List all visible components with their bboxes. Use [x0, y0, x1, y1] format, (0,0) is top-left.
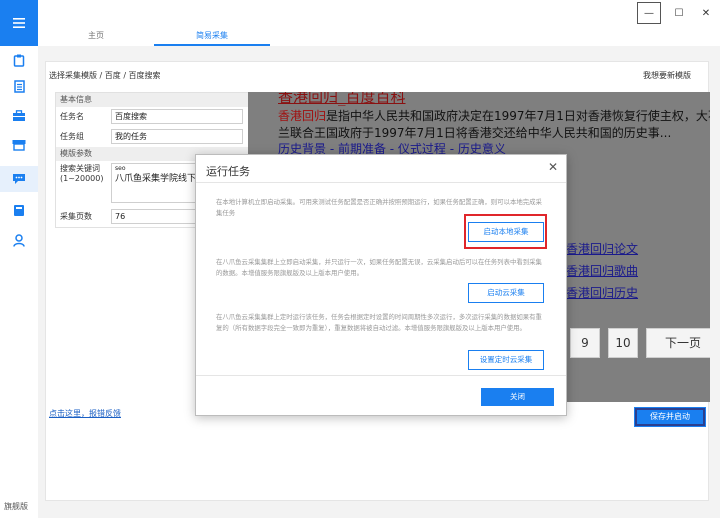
pages-label: 采集页数	[60, 212, 92, 221]
close-icon[interactable]: ✕	[548, 160, 558, 174]
cloud-collect-description: 在八爪鱼云采集集群上立即启动采集，并只运行一次，如果任务配置无误，云采集启动后可…	[216, 258, 542, 277]
basic-info-header: 基本信息	[56, 93, 248, 107]
tab-bar: 主页 简易采集	[38, 26, 718, 46]
divider	[196, 182, 566, 183]
start-cloud-collect-button[interactable]: 启动云采集	[468, 283, 544, 303]
feedback-link[interactable]: 点击这里，报错反馈	[49, 408, 121, 419]
maximize-button[interactable]: ☐	[667, 2, 691, 24]
task-name-label: 任务名	[60, 112, 84, 121]
chat-icon[interactable]	[0, 166, 38, 192]
dialog-title: 运行任务	[206, 165, 250, 178]
clipboard-icon[interactable]	[0, 47, 38, 73]
result-description: 香港回归是指中华人民共和国政府决定在1997年7月1日对香港恢复行使主权，大不列…	[278, 108, 710, 142]
menu-icon[interactable]	[0, 0, 38, 46]
user-icon[interactable]	[0, 227, 38, 253]
save-start-button[interactable]: 保存并启动	[634, 407, 706, 427]
document-icon[interactable]	[0, 73, 38, 99]
breadcrumb: 选择采集模版 / 百度 / 百度搜索	[49, 71, 161, 80]
tab-simple-collect[interactable]: 简易采集	[154, 26, 270, 46]
run-task-dialog: 运行任务 ✕ 在本地计算机立即启动采集。可用来测试任务配置是否正确并按照预期运行…	[195, 154, 567, 416]
next-page-button[interactable]: 下一页	[646, 328, 710, 358]
store-icon[interactable]	[0, 132, 38, 158]
minimize-button[interactable]: —	[637, 2, 661, 24]
dialog-close-button[interactable]: 关闭	[481, 388, 554, 406]
result-desc-line: 兰联合王国政府于1997年7月1日将香港交还给中华人民共和国的历史事...	[278, 126, 672, 140]
close-window-button[interactable]: ✕	[694, 2, 718, 24]
related-link[interactable]: 香港回归历史	[566, 284, 638, 301]
scheduled-collect-description: 在八爪鱼云采集集群上定时运行该任务，任务会根据定时设置的时间周期性多次运行，多次…	[216, 313, 542, 332]
related-link[interactable]: 香港回归论文	[566, 240, 638, 257]
page-10-button[interactable]: 10	[608, 328, 638, 358]
task-group-label: 任务组	[60, 132, 84, 141]
result-highlight: 香港回归	[278, 109, 327, 123]
tab-home[interactable]: 主页	[38, 26, 154, 46]
new-template-link[interactable]: 我想要新模版	[643, 70, 691, 81]
divider	[196, 375, 566, 376]
sidebar: 旗舰版	[0, 0, 39, 518]
edition-label: 旗舰版	[4, 502, 28, 511]
result-desc-line: 是指中华人民共和国政府决定在1997年7月1日对香港恢复行使主权，大不列颠及北爱…	[326, 109, 710, 123]
task-group-input[interactable]: 我的任务	[111, 129, 243, 144]
task-name-input[interactable]: 百度搜索	[111, 109, 243, 124]
page-9-button[interactable]: 9	[570, 328, 600, 358]
briefcase-icon[interactable]	[0, 103, 38, 129]
start-local-collect-button[interactable]: 启动本地采集	[468, 222, 544, 242]
book-icon[interactable]	[0, 197, 38, 223]
related-link[interactable]: 香港回归歌曲	[566, 262, 638, 279]
schedule-cloud-collect-button[interactable]: 设置定时云采集	[468, 350, 544, 370]
keyword-label: 搜索关键词 (1~20000)	[60, 164, 104, 183]
result-title[interactable]: 香港回归_百度百科	[278, 92, 406, 107]
